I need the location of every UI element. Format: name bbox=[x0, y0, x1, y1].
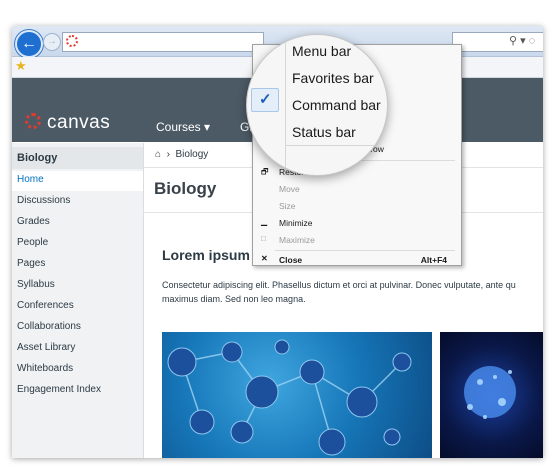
browser-window: ← → ⚲ ▾ ◌ ★ canvas Courses ▾ Gr Biology … bbox=[12, 26, 543, 458]
menu-gutter-line bbox=[285, 35, 286, 175]
molecule-image bbox=[162, 332, 432, 458]
menu-item-status-bar[interactable]: Status bar bbox=[292, 124, 356, 140]
sidebar-title: Biology bbox=[12, 147, 143, 169]
search-icon: ⚲ ▾ ◌ bbox=[509, 35, 536, 47]
sidebar-item-conferences[interactable]: Conferences bbox=[17, 300, 74, 311]
breadcrumb: ⌂ › Biology bbox=[155, 149, 208, 160]
sidebar-item-syllabus[interactable]: Syllabus bbox=[17, 279, 55, 290]
sidebar-item-asset-library[interactable]: Asset Library bbox=[17, 342, 75, 353]
sidebar-item-pages[interactable]: Pages bbox=[17, 258, 45, 269]
maximize-icon: □ bbox=[261, 234, 266, 243]
menu-item-favorites-bar[interactable]: Favorites bar bbox=[292, 70, 374, 86]
cell-image bbox=[440, 332, 543, 458]
restore-icon: 🗗 bbox=[261, 167, 269, 176]
menu-separator bbox=[275, 250, 455, 251]
menu-separator bbox=[285, 145, 387, 146]
canvas-logo-text[interactable]: canvas bbox=[47, 112, 110, 134]
check-icon: ✓ bbox=[259, 91, 272, 108]
content-line: maximus diam. Sed non leo magna. bbox=[162, 294, 306, 304]
menu-item-size: Size bbox=[279, 201, 296, 211]
close-shortcut: Alt+F4 bbox=[420, 255, 447, 265]
cell-illustration bbox=[464, 366, 516, 419]
menu-item-move: Move bbox=[279, 184, 300, 194]
favorites-star-icon[interactable]: ★ bbox=[15, 58, 27, 74]
forward-button[interactable]: → bbox=[43, 33, 61, 51]
course-sidebar: Biology Home Discussions Grades People P… bbox=[12, 143, 144, 458]
sidebar-item-collaborations[interactable]: Collaborations bbox=[17, 321, 81, 332]
back-button[interactable]: ← bbox=[15, 30, 43, 58]
content-body: Consectetur adipiscing elit. Phasellus d… bbox=[162, 278, 542, 306]
breadcrumb-item[interactable]: Biology bbox=[176, 149, 209, 160]
home-icon[interactable]: ⌂ bbox=[155, 149, 161, 160]
close-icon: ✕ bbox=[261, 254, 268, 263]
breadcrumb-separator-icon: › bbox=[163, 149, 173, 160]
address-bar[interactable] bbox=[62, 32, 264, 52]
sidebar-item-home[interactable]: Home bbox=[12, 171, 143, 191]
page-title: Biology bbox=[154, 179, 217, 198]
nav-courses[interactable]: Courses ▾ bbox=[156, 120, 210, 134]
site-favicon-icon bbox=[66, 35, 78, 47]
canvas-logo-icon[interactable] bbox=[25, 113, 41, 129]
content-heading: Lorem ipsum bbox=[162, 247, 250, 263]
molecule-illustration bbox=[167, 339, 412, 456]
sidebar-item-grades[interactable]: Grades bbox=[17, 216, 50, 227]
magnifier-callout: Menu bar ✓ Favorites bar Command bar Sta… bbox=[246, 34, 388, 176]
sidebar-item-people[interactable]: People bbox=[17, 237, 48, 248]
sidebar-item-whiteboards[interactable]: Whiteboards bbox=[17, 363, 73, 374]
search-box[interactable]: ⚲ ▾ ◌ bbox=[452, 32, 543, 52]
menu-item-close[interactable]: ✕ Close Alt+F4 bbox=[253, 252, 461, 268]
sidebar-item-label: Home bbox=[17, 174, 44, 185]
menu-item-minimize[interactable]: ▁ Minimize bbox=[253, 215, 461, 231]
content-line: Consectetur adipiscing elit. Phasellus d… bbox=[162, 280, 516, 290]
menu-item-menu-bar[interactable]: Menu bar bbox=[292, 43, 351, 59]
sidebar-item-engagement-index[interactable]: Engagement Index bbox=[17, 384, 101, 395]
minimize-icon: ▁ bbox=[261, 217, 268, 226]
menu-item-command-bar[interactable]: Command bar bbox=[292, 97, 381, 113]
sidebar-item-discussions[interactable]: Discussions bbox=[17, 195, 70, 206]
check-box: ✓ bbox=[251, 88, 279, 112]
menu-item-maximize: □ Maximize bbox=[261, 234, 315, 245]
